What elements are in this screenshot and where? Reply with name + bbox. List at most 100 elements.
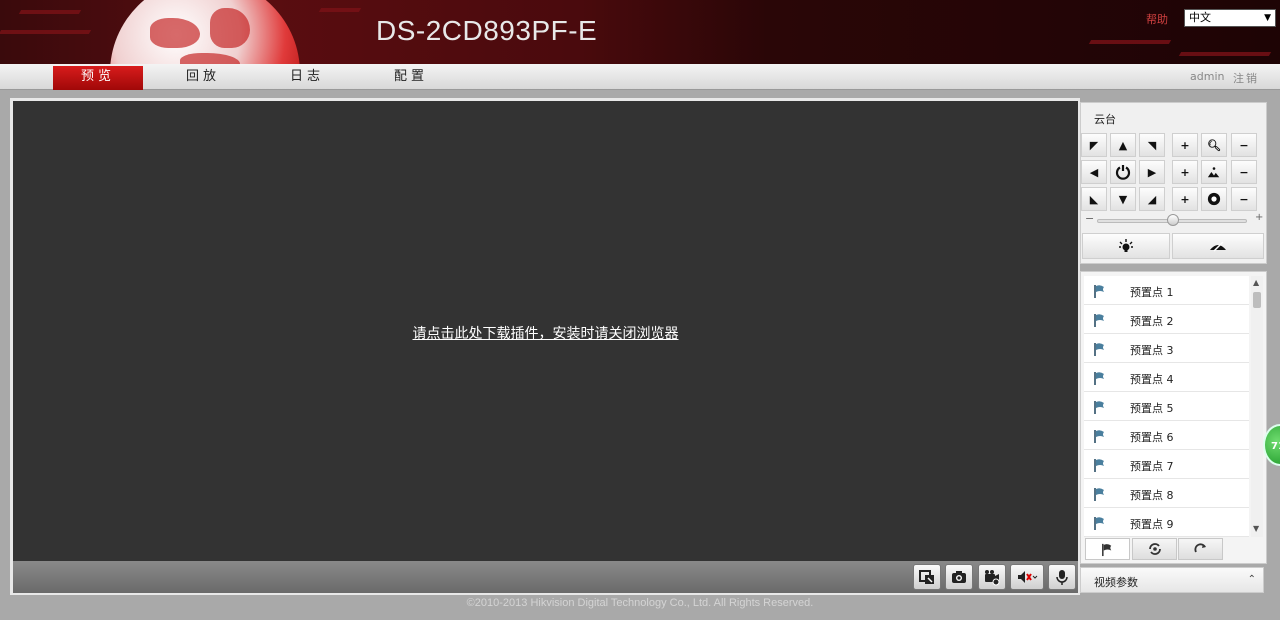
power-icon (1115, 165, 1131, 180)
record-button[interactable] (978, 564, 1006, 590)
ptz-right-button[interactable]: ▶ (1139, 160, 1165, 184)
current-user: admin (1190, 70, 1225, 83)
tab-presets[interactable] (1085, 538, 1130, 560)
speed-increase-icon[interactable]: + (1255, 212, 1263, 223)
tab-preview[interactable]: 预览 (53, 66, 143, 90)
focus-button[interactable] (1201, 160, 1227, 184)
preset-label: 预置点 8 (1130, 489, 1174, 502)
arrow-down-right-icon: ◢ (1147, 192, 1157, 206)
ptz-panel: 云台 ◤ ▲ ◥ + 🔍︎ − ◀ ▶ + − ◣ ▼ ◢ + − − + (1080, 102, 1267, 264)
iris-open-button[interactable]: + (1172, 187, 1198, 211)
preset-flag-icon (1102, 543, 1112, 556)
light-icon (1119, 239, 1133, 252)
tab-config[interactable]: 配置 (366, 66, 456, 90)
zoom-button[interactable]: 🔍︎ (1201, 133, 1227, 157)
preset-list: 预置点 1 预置点 2 预置点 3 预置点 4 预置点 5 预置点 6 预置点 7 预置点 8… (1084, 276, 1249, 537)
preset-label: 预置点 2 (1130, 315, 1174, 328)
header-decoration (18, 10, 82, 14)
dropdown-arrow-icon: ▼ (1264, 13, 1271, 23)
focus-near-button[interactable]: + (1172, 160, 1198, 184)
header-decoration (1178, 52, 1272, 56)
window-layout-icon (919, 570, 934, 584)
video-toolbar (13, 561, 1078, 593)
video-viewport[interactable]: 请点击此处下载插件，安装时请关闭浏览器 (13, 101, 1078, 561)
mute-icon (1018, 571, 1038, 583)
preset-panel: 预置点 1 预置点 2 预置点 3 预置点 4 预置点 5 预置点 6 预置点 7 预置点 8… (1080, 271, 1267, 564)
video-params-label: 视频参数 (1094, 576, 1138, 589)
scroll-up-icon[interactable]: ▲ (1253, 278, 1259, 287)
preset-scrollbar[interactable]: ▲ ▼ (1251, 276, 1263, 537)
arrow-right-icon: ▶ (1147, 165, 1157, 179)
preset-flag-icon (1094, 430, 1104, 443)
header-decoration (1088, 40, 1172, 44)
preset-flag-icon (1094, 314, 1104, 327)
header-decoration (318, 8, 362, 12)
snapshot-icon (952, 571, 966, 583)
language-select[interactable]: 中文 ▼ (1184, 9, 1276, 27)
ptz-down-left-button[interactable]: ◣ (1081, 187, 1107, 211)
mute-button[interactable] (1010, 564, 1044, 590)
scroll-down-icon[interactable]: ▼ (1253, 524, 1259, 533)
help-link[interactable]: 帮助 (1146, 11, 1168, 27)
microphone-icon (1056, 570, 1068, 585)
zoom-out-button[interactable]: − (1231, 133, 1257, 157)
ptz-up-left-button[interactable]: ◤ (1081, 133, 1107, 157)
video-params-header[interactable]: 视频参数 ⌃ (1080, 567, 1264, 593)
preset-flag-icon (1094, 517, 1104, 530)
preset-item[interactable]: 预置点 2 (1084, 305, 1249, 334)
arrow-up-right-icon: ◥ (1147, 138, 1157, 152)
focus-far-button[interactable]: − (1231, 160, 1257, 184)
iris-icon (1207, 192, 1221, 206)
download-plugin-link[interactable]: 请点击此处下载插件，安装时请关闭浏览器 (13, 323, 1078, 343)
ptz-speed-slider-thumb[interactable] (1167, 214, 1179, 226)
arrow-left-icon: ◀ (1089, 165, 1099, 179)
preset-label: 预置点 4 (1130, 373, 1174, 386)
logout-link[interactable]: 注销 (1233, 70, 1259, 86)
language-selected-value: 中文 (1189, 11, 1211, 24)
tab-playback[interactable]: 回放 (158, 66, 248, 90)
wiper-icon (1210, 241, 1226, 252)
preset-flag-icon (1094, 372, 1104, 385)
patrol-icon (1148, 543, 1161, 555)
snapshot-button[interactable] (945, 564, 973, 590)
ptz-auto-button[interactable] (1110, 160, 1136, 184)
ptz-down-button[interactable]: ▼ (1110, 187, 1136, 211)
ptz-down-right-button[interactable]: ◢ (1139, 187, 1165, 211)
scrollbar-thumb[interactable] (1253, 292, 1261, 308)
ptz-up-button[interactable]: ▲ (1110, 133, 1136, 157)
light-button[interactable] (1082, 233, 1170, 259)
preset-item[interactable]: 预置点 7 (1084, 450, 1249, 479)
tab-pattern[interactable] (1178, 538, 1223, 560)
pattern-icon (1194, 543, 1206, 553)
arrow-down-left-icon: ◣ (1089, 192, 1099, 206)
wiper-button[interactable] (1172, 233, 1264, 259)
preset-label: 预置点 9 (1130, 518, 1174, 531)
arrow-up-icon: ▲ (1118, 138, 1128, 152)
iris-button[interactable] (1201, 187, 1227, 211)
preset-flag-icon (1094, 285, 1104, 298)
preset-item[interactable]: 预置点 6 (1084, 421, 1249, 450)
zoom-in-button[interactable]: + (1172, 133, 1198, 157)
window-layout-button[interactable] (913, 564, 941, 590)
iris-close-button[interactable]: − (1231, 187, 1257, 211)
chevron-up-icon: ⌃ (1247, 574, 1256, 585)
preset-item[interactable]: 预置点 1 (1084, 276, 1249, 305)
preset-item[interactable]: 预置点 4 (1084, 363, 1249, 392)
app-root: DS-2CD893PF-E 帮助 中文 ▼ 预览 回放 日志 配置 admin … (0, 0, 1280, 620)
preset-flag-icon (1094, 488, 1104, 501)
preset-item[interactable]: 预置点 5 (1084, 392, 1249, 421)
preset-flag-icon (1094, 401, 1104, 414)
preset-label: 预置点 6 (1130, 431, 1174, 444)
preset-item[interactable]: 预置点 3 (1084, 334, 1249, 363)
speed-decrease-icon[interactable]: − (1085, 212, 1094, 225)
ptz-left-button[interactable]: ◀ (1081, 160, 1107, 184)
preset-item[interactable]: 预置点 8 (1084, 479, 1249, 508)
preset-item[interactable]: 预置点 9 (1084, 508, 1249, 537)
tab-patrol[interactable] (1132, 538, 1177, 560)
tab-log[interactable]: 日志 (262, 66, 352, 90)
ptz-title: 云台 (1094, 113, 1116, 126)
microphone-button[interactable] (1048, 564, 1076, 590)
ptz-up-right-button[interactable]: ◥ (1139, 133, 1165, 157)
preset-label: 预置点 1 (1130, 286, 1174, 299)
header-banner: DS-2CD893PF-E 帮助 中文 ▼ (0, 0, 1280, 64)
